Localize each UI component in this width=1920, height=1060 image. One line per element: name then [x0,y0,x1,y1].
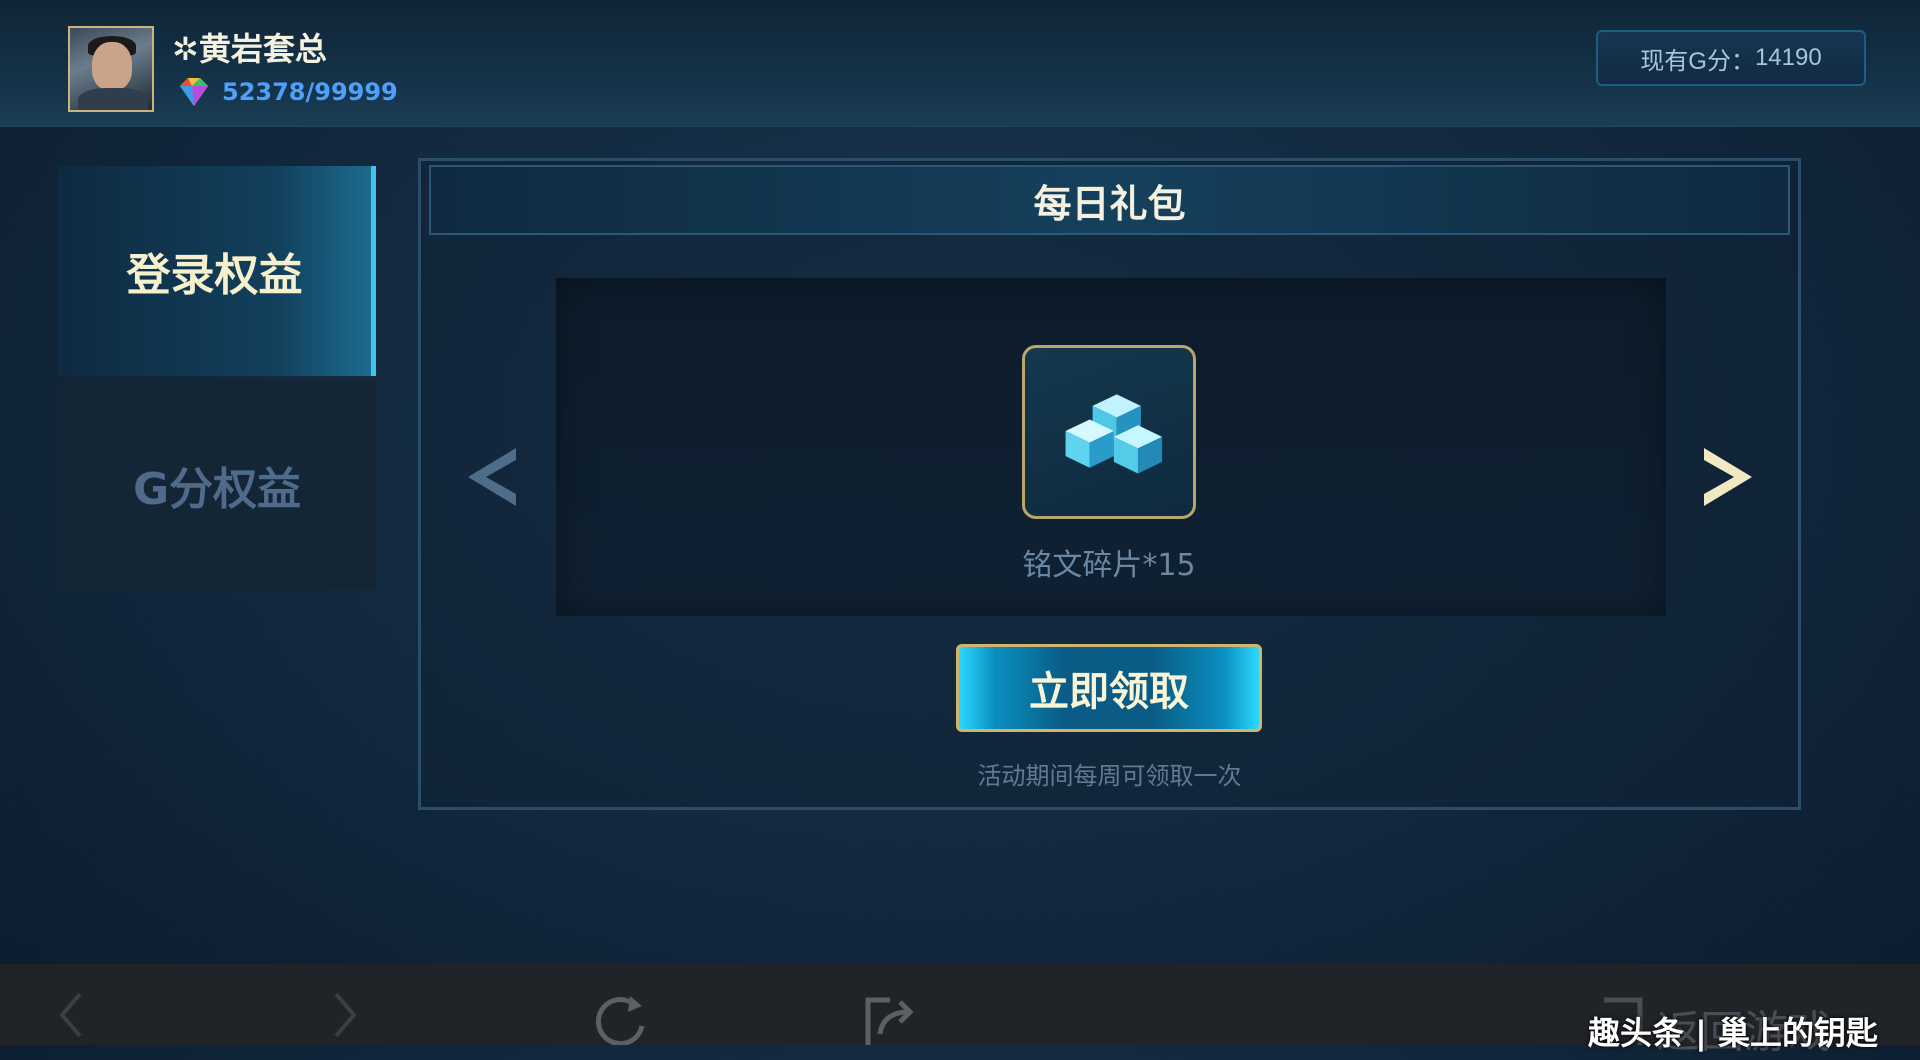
g-score-value: 14190 [1754,44,1822,71]
username: ✲黄岩套总 [172,30,327,68]
tab-login-rights[interactable]: 登录权益 [58,166,376,376]
cube-shard-icon [1065,394,1163,474]
panel-title: 每日礼包 [429,165,1790,235]
tab-g-score-rights[interactable]: G分权益 [58,380,376,590]
claim-note: 活动期间每周可领取一次 [977,762,1242,790]
progress-text: 52378/99999 [222,78,398,106]
gem-icon [180,78,208,106]
arrow-right-icon[interactable] [1698,442,1758,512]
forward-icon[interactable] [330,990,360,1040]
claim-now-button[interactable]: 立即领取 [956,644,1262,732]
arrow-left-icon[interactable] [462,442,522,512]
g-score-label: 现有G分： [1640,47,1755,75]
g-score-display: 现有G分： 14190 [1596,30,1866,86]
back-icon[interactable] [56,990,86,1040]
avatar[interactable] [68,26,154,112]
share-icon[interactable] [864,994,922,1045]
reward-item[interactable] [1022,345,1196,519]
refresh-icon[interactable] [590,992,650,1045]
reward-item-name: 铭文碎片*15 [1022,548,1196,583]
watermark: 趣头条 | 巢上的钥匙 [1588,1014,1878,1052]
